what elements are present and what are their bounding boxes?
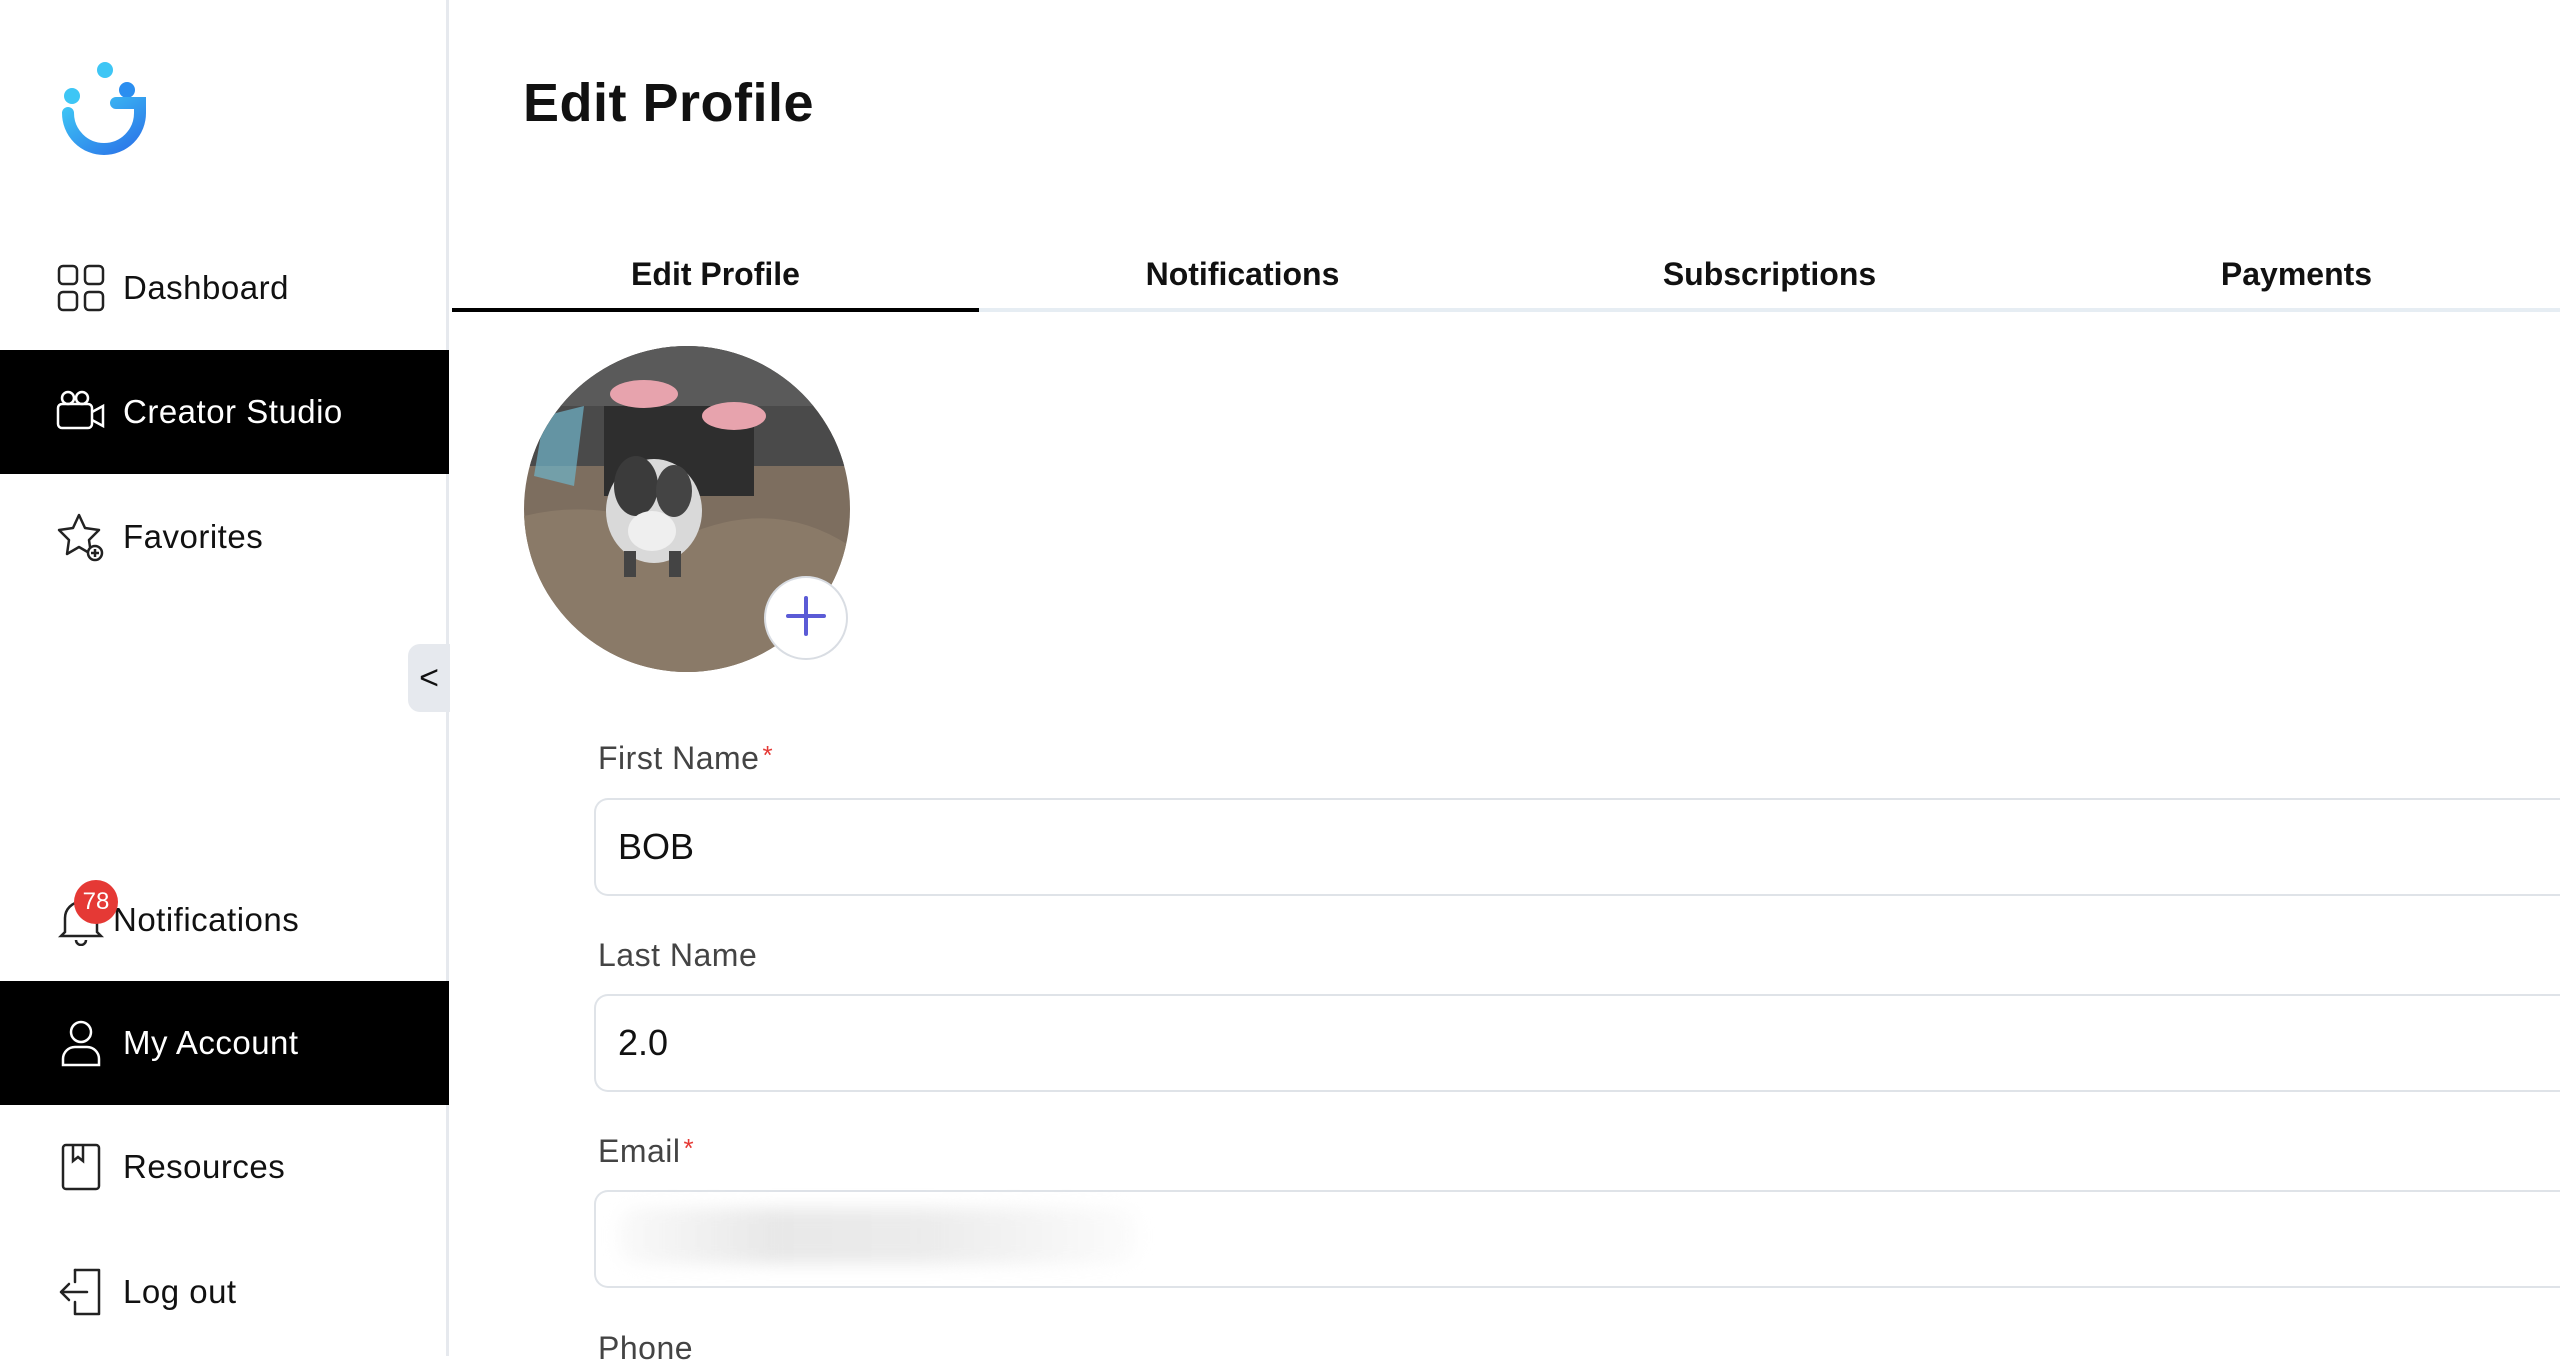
tab-notifications[interactable]: Notifications bbox=[979, 240, 1506, 312]
app-logo[interactable] bbox=[60, 58, 150, 158]
phone-label: Phone bbox=[598, 1330, 694, 1366]
first-name-label: First Name * bbox=[598, 740, 774, 776]
sidebar-item-label: Notifications bbox=[113, 901, 300, 938]
sidebar-item-resources[interactable]: Resources bbox=[0, 1105, 449, 1229]
last-name-input[interactable] bbox=[594, 994, 2560, 1092]
plus-icon bbox=[784, 594, 828, 643]
user-icon bbox=[55, 1017, 107, 1069]
sidebar-item-label: Favorites bbox=[123, 518, 264, 555]
sidebar-item-label: Dashboard bbox=[123, 269, 289, 306]
sidebar-item-label: Creator Studio bbox=[123, 393, 343, 430]
profile-photo bbox=[524, 346, 852, 676]
bookmark-icon bbox=[55, 1141, 107, 1193]
email-label: Email * bbox=[598, 1133, 695, 1169]
sidebar-item-favorites[interactable]: Favorites bbox=[0, 475, 449, 599]
email-redacted-value bbox=[618, 1208, 1138, 1264]
sidebar: Dashboard Creator Studio Favorites < 78 bbox=[0, 0, 450, 1356]
camera-icon bbox=[55, 386, 107, 438]
tab-payments[interactable]: Payments bbox=[2033, 240, 2560, 312]
tab-subscriptions[interactable]: Subscriptions bbox=[1506, 240, 2033, 312]
tab-edit-profile[interactable]: Edit Profile bbox=[452, 240, 979, 312]
last-name-label: Last Name bbox=[598, 937, 758, 973]
page-title: Edit Profile bbox=[523, 73, 815, 133]
add-photo-button[interactable] bbox=[764, 576, 848, 660]
first-name-input[interactable] bbox=[594, 798, 2560, 896]
collapse-sidebar-button[interactable]: < bbox=[408, 644, 450, 712]
sidebar-item-dashboard[interactable]: Dashboard bbox=[0, 226, 449, 350]
grid-icon bbox=[55, 262, 107, 314]
profile-tabs: Edit Profile Notifications Subscriptions… bbox=[452, 240, 2560, 312]
required-marker: * bbox=[762, 740, 774, 770]
required-marker: * bbox=[683, 1133, 695, 1163]
logout-icon bbox=[55, 1266, 107, 1318]
sidebar-item-creator-studio[interactable]: Creator Studio bbox=[0, 350, 449, 474]
sidebar-item-label: My Account bbox=[123, 1024, 299, 1061]
sidebar-item-notifications[interactable]: Notifications bbox=[0, 858, 449, 982]
notification-count-badge: 78 bbox=[74, 880, 118, 924]
sidebar-item-label: Log out bbox=[123, 1273, 237, 1310]
sidebar-item-logout[interactable]: Log out bbox=[0, 1230, 449, 1354]
star-icon bbox=[55, 511, 107, 563]
sidebar-item-my-account[interactable]: My Account bbox=[0, 981, 449, 1105]
sidebar-item-label: Resources bbox=[123, 1148, 286, 1185]
